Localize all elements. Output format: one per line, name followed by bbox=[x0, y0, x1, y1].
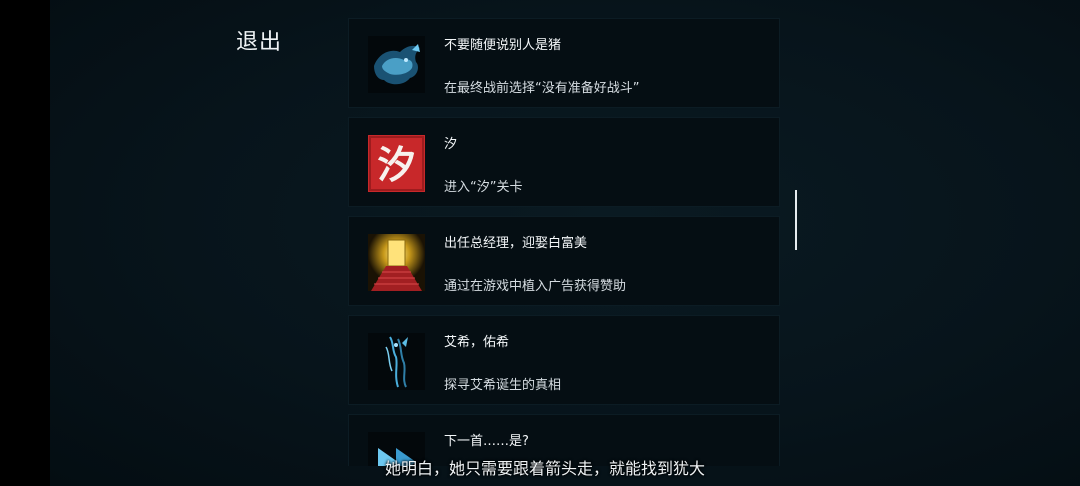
achievement-title: 出任总经理，迎娶白富美 bbox=[444, 236, 588, 251]
achievement-title: 汐 bbox=[444, 137, 458, 152]
achievement-card[interactable]: 不要随便说别人是猪 在最终战前选择“没有准备好战斗” bbox=[348, 18, 780, 108]
achievement-card[interactable]: 艾希，佑希 探寻艾希诞生的真相 bbox=[348, 315, 780, 405]
achievement-title: 下一首……是? bbox=[444, 434, 529, 449]
achievement-description: 探寻艾希诞生的真相 bbox=[444, 378, 562, 393]
achievement-list[interactable]: 不要随便说别人是猪 在最终战前选择“没有准备好战斗” 汐 汐 进入“汐”关卡 出… bbox=[348, 18, 780, 466]
achievement-description: 在最终战前选择“没有准备好战斗” bbox=[444, 81, 640, 96]
achievement-card[interactable]: 出任总经理，迎娶白富美 通过在游戏中植入广告获得赞助 bbox=[348, 216, 780, 306]
achievement-title: 不要随便说别人是猪 bbox=[444, 38, 562, 53]
exit-button[interactable]: 退出 bbox=[236, 24, 282, 56]
scrollbar[interactable] bbox=[795, 190, 797, 250]
achievement-card[interactable]: 汐 汐 进入“汐”关卡 bbox=[348, 117, 780, 207]
achievement-title: 艾希，佑希 bbox=[444, 335, 510, 350]
story-subtitle: 她明白，她只需要跟着箭头走，就能找到犹大 bbox=[385, 459, 706, 478]
blue-pig-icon bbox=[368, 36, 425, 93]
golden-door-red-stairs-icon bbox=[368, 234, 425, 291]
xi-glyph: 汐 bbox=[377, 143, 415, 187]
achievement-description: 通过在游戏中植入广告获得赞助 bbox=[444, 279, 627, 294]
red-xi-character-icon: 汐 bbox=[368, 135, 425, 192]
achievement-description: 进入“汐”关卡 bbox=[444, 180, 523, 195]
blue-figure-icon bbox=[368, 333, 425, 390]
